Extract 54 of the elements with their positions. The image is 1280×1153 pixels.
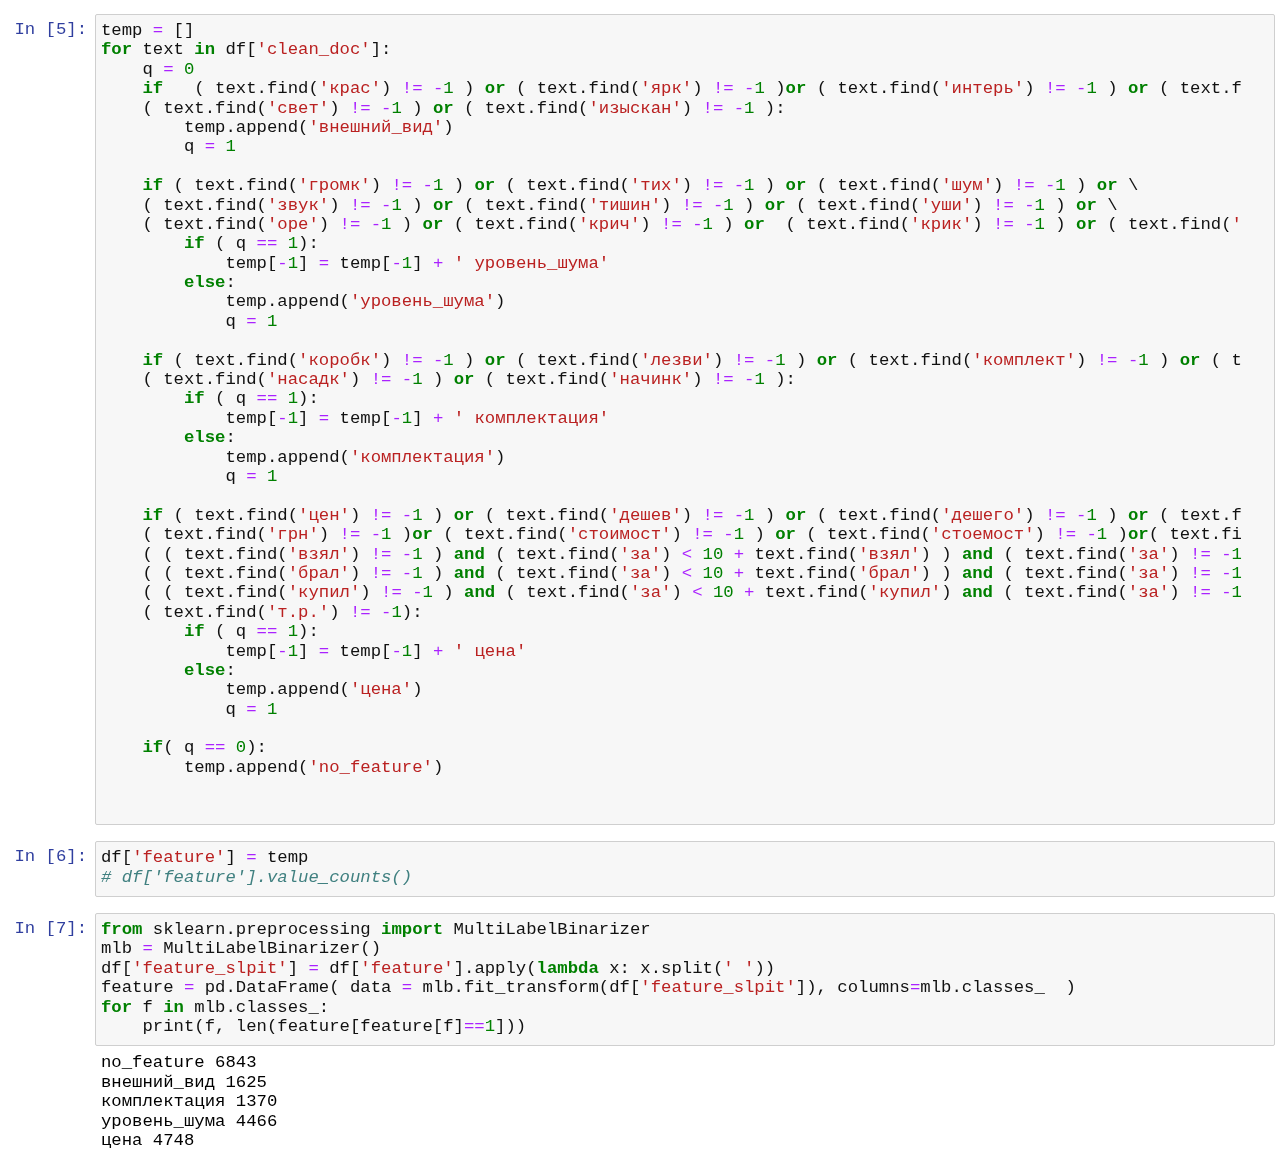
code-line: ( ( text.find('взял') != -1 ) and ( text.find('за') < 10 + text.find('взял') ) and ( text.find('за') != -1 (141, 544, 1242, 564)
code-line: ( text.find('звук') != -1 ) or ( text.find('тишин') != -1 ) or ( text.find('уши') != -1 ) or \ (141, 195, 1118, 215)
code-line: ( ( text.find('брал') != -1 ) and ( text.find('за') < 10 + text.find('брал') ) and ( text.find('за') != -1 (141, 563, 1242, 583)
code-line: q = 1 (224, 467, 278, 486)
code-line: from sklearn.preprocessing import MultiLabelBinarizer (101, 920, 651, 939)
code-line: ( text.find('насадк') != -1 ) or ( text.find('начинк') != -1 ): (141, 370, 796, 390)
code-line: q = 1 (224, 311, 278, 331)
cell-prompt: In [6]: (14, 847, 87, 867)
code-cell[interactable]: df['feature'] = temp # df['feature'].value_counts() (95, 841, 1275, 897)
code-cell[interactable] (95, 913, 1275, 1047)
code-cell[interactable] (95, 14, 1275, 826)
code-line: q = 1 (224, 699, 278, 719)
code-line: ( text.find('свет') != -1 ) or ( text.find('изыскан') != -1 ): (141, 98, 786, 118)
code-line: else: (182, 428, 236, 448)
code-line: q = 0 (141, 59, 195, 79)
code-line: if ( text.find('крас') != -1 ) or ( text.find('ярк') != -1 )or ( text.find('интерь') != -1 ) or ( text.f (141, 79, 1242, 99)
code-line: temp[-1] = temp[-1] + ' комплектация' (224, 408, 610, 428)
code-line: # df['feature'].value_counts() (101, 867, 413, 887)
code-line: for text in df['clean_doc']: (101, 40, 392, 60)
code-line: print(f, len(feature[feature[f]==1])) (141, 1016, 527, 1036)
code-line: ( text.find('грн') != -1 )or ( text.find('стоимост') != -1 ) or ( text.find('стоемост') != -1 )or( text.fi (141, 525, 1242, 545)
code-line: if ( q == 1): (182, 622, 319, 642)
code-line: ( ( text.find('купил') != -1 ) and ( text.find('за') < 10 + text.find('купил') and ( text.find('за') != -1 (141, 583, 1242, 603)
code-line: df['feature'] = temp (101, 848, 309, 868)
output-line: внешний_вид 1625 (101, 1072, 267, 1093)
code-line: temp[-1] = temp[-1] + ' уровень_шума' (224, 253, 610, 273)
code-line: ( text.find('оре') != -1 ) or ( text.find('крич') != -1 ) or ( text.find('крик') != -1 ) or ( text.find(' (141, 214, 1242, 234)
code-line: temp.append('уровень_шума') (224, 292, 506, 312)
code-line: temp.append('no_feature') (182, 757, 444, 777)
code-line: temp = [] (101, 21, 195, 40)
code-line: if ( q == 1): (182, 234, 319, 254)
code-line: mlb = MultiLabelBinarizer() (101, 939, 381, 959)
output-line: цена 4748 (101, 1131, 195, 1151)
output-line: уровень_шума 4466 (101, 1111, 278, 1131)
code-line: if ( text.find('громк') != -1 ) or ( text.find('тих') != -1 ) or ( text.find('шум') != -1 ) or \ (141, 176, 1139, 196)
code-line: else: (182, 273, 236, 293)
cell-prompt: In [7]: (14, 919, 87, 938)
cell-prompt: In [5]: (14, 20, 87, 39)
code-line: if ( q == 1): (182, 389, 319, 409)
code-line: else: (182, 660, 236, 680)
code-line: df['feature_slpit'] = df['feature'].apply(lambda x: x.split(' ')) (101, 958, 776, 978)
code-line: temp[-1] = temp[-1] + ' цена' (224, 641, 527, 661)
code-line: feature = pd.DataFrame( data = mlb.fit_transform(df['feature_slpit']), columns=mlb.classes_ ) (101, 978, 1076, 998)
code-line: if ( text.find('цен') != -1 ) or ( text.find('дешев') != -1 ) or ( text.find('дешего') != -1 ) or ( text.f (141, 505, 1242, 525)
code-line: if( q == 0): (141, 738, 267, 758)
code-line: q = 1 (182, 137, 236, 157)
code-line: temp.append('внешний_вид') (182, 117, 454, 137)
output-line: no_feature 6843 (101, 1053, 257, 1073)
code-line: if ( text.find('коробк') != -1 ) or ( text.find('лезви') != -1 ) or ( text.find('комплект') != -1 ) or ( t (141, 350, 1242, 370)
code-line: temp.append('комплектация') (224, 447, 506, 467)
code-line: temp.append('цена') (224, 680, 423, 700)
code-line: ( text.find('т.р.') != -1): (141, 602, 423, 622)
code-line: for f in mlb.classes_: (101, 997, 330, 1017)
output-line: комплектация 1370 (101, 1092, 278, 1112)
